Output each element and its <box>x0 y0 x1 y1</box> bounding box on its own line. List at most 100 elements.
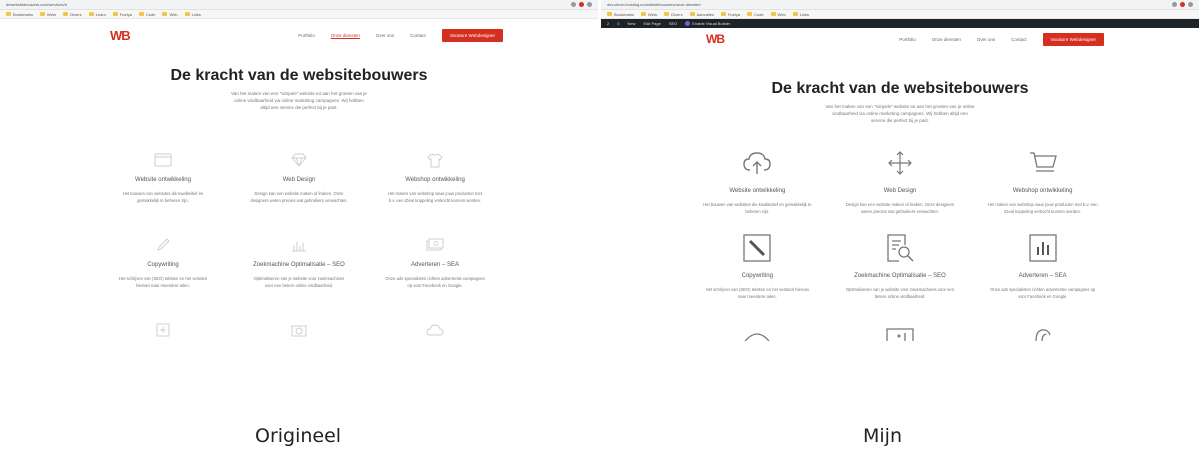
star-icon[interactable] <box>571 2 576 7</box>
folder-icon <box>689 12 695 16</box>
nav-portfolio[interactable]: Portfolio <box>298 33 315 38</box>
extension-icon[interactable] <box>1180 2 1185 7</box>
folder-icon <box>641 12 647 16</box>
service-title: Zoekmachine Optimalisatie – SEO <box>253 262 345 268</box>
folder-icon <box>63 12 69 16</box>
vacature-button[interactable]: Vacature Webdesigner <box>441 28 503 42</box>
bookmark-item[interactable]: Links <box>184 12 201 17</box>
bookmark-item[interactable]: Web <box>770 12 786 17</box>
bookmark-item[interactable]: Aanvalles <box>689 12 714 17</box>
bookmark-item[interactable]: Fuelya <box>720 12 740 17</box>
browser-address-bar[interactable]: dewebsitebouwers.com/services/# <box>0 0 598 10</box>
service-card: Copywriting Het schrijven van (SEO) teks… <box>686 231 829 300</box>
browser-address-bar[interactable]: dev.clever-hosting.eu/websitebouwers/onz… <box>601 0 1199 10</box>
bookmark-item[interactable]: Werk <box>641 12 657 17</box>
caption-original: Origineel <box>255 425 342 447</box>
browser-extension-icons[interactable] <box>1172 2 1193 7</box>
services-grid: Website ontwikkeling Het bouwen van webs… <box>0 149 598 341</box>
bookmark-item[interactable]: Bookmarks <box>607 12 634 17</box>
service-card <box>367 319 503 341</box>
service-card: Website ontwikkeling Het bouwen van webs… <box>686 146 829 215</box>
wp-seo[interactable]: SEO <box>669 21 677 26</box>
shopping-cart-icon <box>971 146 1114 180</box>
tshirt-icon <box>367 149 503 171</box>
bookmark-item[interactable]: Code <box>138 12 155 17</box>
bookmark-item[interactable]: Code <box>746 12 764 17</box>
service-card: Web Design Design kan een website maken … <box>829 146 972 215</box>
nav-onze-diensten[interactable]: Onze diensten <box>932 37 961 42</box>
plus-box-icon <box>95 319 231 341</box>
service-text: Het schrijven van (SEO) teksten en het v… <box>705 287 809 299</box>
service-title: Adverteren – SEA <box>410 262 460 268</box>
wp-comments[interactable]: 0 <box>617 21 619 26</box>
bookmark-item[interactable]: Divers <box>664 12 683 17</box>
service-card: Webshop ontwikkeling Het maken van websh… <box>971 146 1114 215</box>
wp-edit-page[interactable]: Edit Page <box>643 21 660 26</box>
service-text: Het maken van webshop waar jouw producte… <box>387 191 483 203</box>
url-text[interactable]: dev.clever-hosting.eu/websitebouwers/onz… <box>607 2 1168 7</box>
cloud-outline-icon <box>971 316 1114 350</box>
service-text: Het maken van webshop waar jouw producte… <box>987 202 1098 214</box>
browser-extension-icons[interactable] <box>571 2 592 7</box>
hero-text: Van het maken van een "simpele" website … <box>231 91 367 110</box>
my-screenshot: dev.clever-hosting.eu/websitebouwers/onz… <box>601 0 1199 400</box>
bookmark-item[interactable]: Werk <box>40 12 56 17</box>
wp-new[interactable]: New <box>627 21 635 26</box>
camera-icon <box>231 319 367 341</box>
bookmark-item[interactable]: Web <box>162 12 178 17</box>
service-card: Copywriting Het schrijven van (SEO) teks… <box>95 234 231 289</box>
site-header: WB Portfolio Onze diensten Over ons Cont… <box>0 21 598 49</box>
nav-onze-diensten[interactable]: Onze diensten <box>331 33 360 38</box>
bookmarks-bar: Bookmarks Werk Divers Learn Fuelya Code … <box>0 10 598 19</box>
pencil-icon <box>95 234 231 256</box>
nav-portfolio[interactable]: Portfolio <box>899 37 916 42</box>
folder-icon <box>162 12 168 16</box>
nav-over-ons[interactable]: Over ons <box>376 33 394 38</box>
folder-icon <box>664 12 670 16</box>
bookmark-item[interactable]: Divers <box>63 12 82 17</box>
divi-icon <box>685 21 691 26</box>
service-title: Web Design <box>282 177 316 183</box>
nav-over-ons[interactable]: Over ons <box>977 37 995 42</box>
service-card <box>231 319 367 341</box>
service-card: Website ontwikkeling Het bouwen van webs… <box>95 149 231 204</box>
site-logo[interactable]: WB <box>110 28 131 43</box>
nav-contact[interactable]: Contact <box>1011 37 1027 42</box>
bookmark-item[interactable]: Links <box>792 12 809 17</box>
wordpress-admin-bar: 2 0 New Edit Page SEO Enable Visual Buil… <box>601 19 1199 28</box>
service-text: Design kan een website maken of kraken. … <box>845 202 955 214</box>
service-text: Het bouwen van websites die kwaliteitief… <box>703 202 812 214</box>
service-title: Zoekmachine Optimalisatie – SEO <box>854 273 946 279</box>
main-menu: Portfolio Onze diensten Over ons Contact… <box>899 32 1104 46</box>
service-title: Website ontwikkeling <box>135 177 191 183</box>
bookmark-item[interactable]: Fuelya <box>112 12 132 17</box>
services-grid: Website ontwikkeling Het bouwen van webs… <box>601 146 1199 350</box>
nav-contact[interactable]: Contact <box>410 33 426 38</box>
folder-icon <box>607 12 612 16</box>
service-card: Webshop ontwikkeling Het maken van websh… <box>367 149 503 204</box>
service-text: Het bouwen van websites die kwaliteitief… <box>122 191 204 203</box>
bookmark-item[interactable]: Bookmarks <box>6 12 33 17</box>
page-title: De kracht van de websitebouwers <box>170 67 428 84</box>
service-text: Design kan een website maken of kraken. … <box>250 191 348 203</box>
diamond-icon <box>231 149 367 171</box>
original-screenshot: dewebsitebouwers.com/services/# Bookmark… <box>0 0 598 400</box>
site-logo[interactable]: WB <box>706 32 725 46</box>
vacature-button[interactable]: Vacature Webdesigner <box>1042 32 1104 46</box>
folder-icon <box>720 12 726 16</box>
extension-icon[interactable] <box>579 2 584 7</box>
bookmark-item[interactable]: Learn <box>88 12 106 17</box>
menu-icon[interactable] <box>587 2 592 7</box>
enable-visual-builder-button[interactable]: Enable Visual Builder <box>685 21 730 26</box>
folder-icon <box>792 12 798 16</box>
hero-text: Van het maken van een "simpele" website … <box>825 104 975 123</box>
service-title: Webshop ontwikkeling <box>1012 188 1073 194</box>
menu-icon[interactable] <box>1188 2 1193 7</box>
url-text[interactable]: dewebsitebouwers.com/services/# <box>6 2 567 7</box>
hero-section: De kracht van de websitebouwers Van het … <box>0 67 598 111</box>
bar-chart-box-icon <box>971 231 1114 265</box>
browser-window-icon <box>95 149 231 171</box>
service-title: Website ontwikkeling <box>729 188 786 194</box>
star-icon[interactable] <box>1172 2 1177 7</box>
wp-updates[interactable]: 2 <box>607 21 609 26</box>
